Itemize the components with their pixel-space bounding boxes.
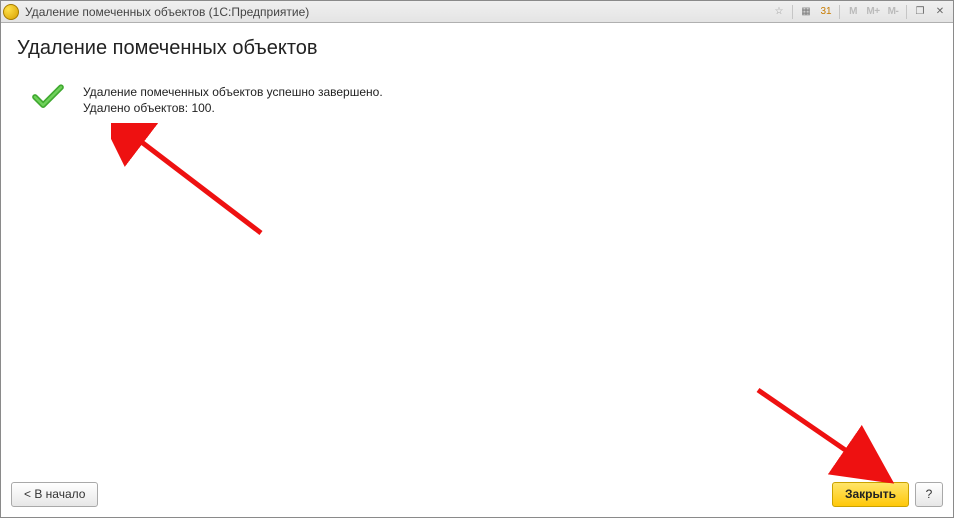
calendar-icon[interactable]: 31 (817, 4, 835, 20)
titlebar: Удаление помеченных объектов (1С:Предпри… (1, 1, 953, 23)
close-button[interactable]: Закрыть (832, 482, 909, 507)
memory-m-button[interactable]: M (844, 4, 862, 20)
maximize-button[interactable]: ❐ (911, 4, 929, 20)
result-row: Удаление помеченных объектов успешно зав… (31, 84, 937, 116)
page-title: Удаление помеченных объектов (17, 37, 937, 60)
separator (906, 5, 907, 19)
content-area: Удаление помеченных объектов Удаление по… (1, 23, 953, 475)
memory-mplus-button[interactable]: M+ (864, 4, 882, 20)
back-button[interactable]: < В начало (11, 482, 98, 507)
titlebar-toolbar: ☆ ▦ 31 M M+ M- ❐ ✕ (770, 4, 949, 20)
success-line-2: Удалено объектов: 100. (83, 100, 383, 116)
memory-mminus-button[interactable]: M- (884, 4, 902, 20)
app-icon (3, 4, 19, 20)
calculator-icon[interactable]: ▦ (797, 4, 815, 20)
annotation-arrow-icon (111, 123, 271, 243)
window-title: Удаление помеченных объектов (1С:Предпри… (25, 5, 309, 19)
success-line-1: Удаление помеченных объектов успешно зав… (83, 84, 383, 100)
favorites-icon[interactable]: ☆ (770, 4, 788, 20)
separator (792, 5, 793, 19)
close-window-button[interactable]: ✕ (931, 4, 949, 20)
separator (839, 5, 840, 19)
result-text: Удаление помеченных объектов успешно зав… (83, 84, 383, 116)
help-button[interactable]: ? (915, 482, 943, 507)
footer: < В начало Закрыть ? (1, 475, 953, 517)
success-check-icon (31, 84, 65, 110)
window: Удаление помеченных объектов (1С:Предпри… (0, 0, 954, 518)
